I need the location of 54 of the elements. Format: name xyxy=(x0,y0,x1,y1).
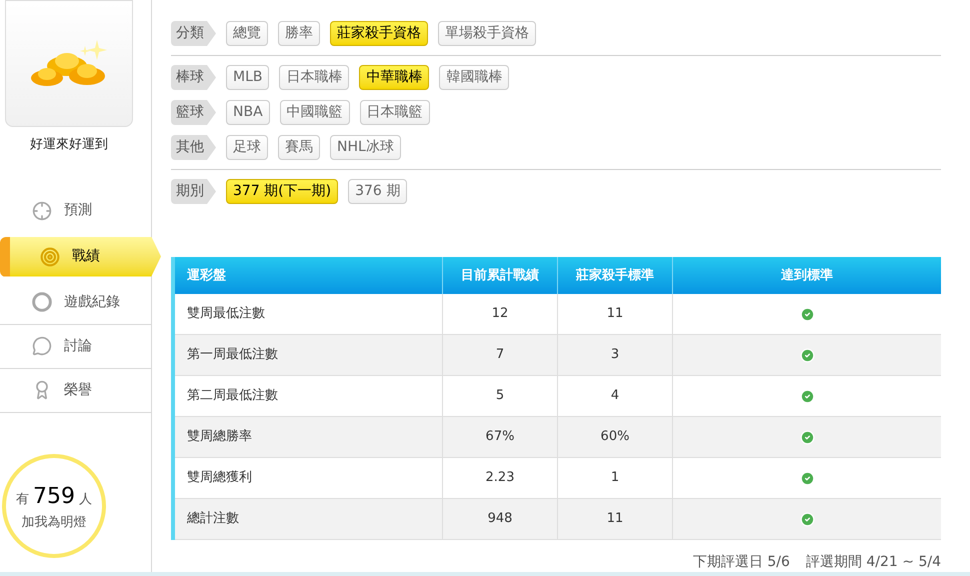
filter-label: 籃球 xyxy=(171,100,216,125)
table-cell: 11 xyxy=(557,294,672,334)
filter-option[interactable]: 中華職棒 xyxy=(359,65,430,90)
filter-option[interactable]: 中國職籃 xyxy=(280,100,350,125)
table-cell-text: 第二周最低注數 xyxy=(186,387,279,406)
table-cell: 3 xyxy=(557,335,672,375)
table-cell-text: 雙周最低注數 xyxy=(186,305,266,324)
nav-item[interactable]: 討論 xyxy=(0,324,151,368)
user-name: 好運來好運到 xyxy=(29,136,109,154)
table-cell-text: 雙周總獲利 xyxy=(186,469,253,488)
table-cell: 67% xyxy=(442,417,557,457)
filter-label: 棒球 xyxy=(171,65,216,90)
table-cell: 5 xyxy=(442,376,557,416)
target-icon xyxy=(40,246,60,266)
table-cell-text: 雙周總勝率 xyxy=(186,428,253,446)
table-cell: 60% xyxy=(557,417,672,457)
crosshair-icon xyxy=(32,200,52,220)
filter-option[interactable]: NBA xyxy=(226,100,270,125)
filter-option[interactable]: 377 期(下一期) xyxy=(226,179,338,204)
filter-option[interactable]: 足球 xyxy=(226,135,268,160)
table-cell: 2.23 xyxy=(442,458,557,498)
filter-option[interactable]: 賽馬 xyxy=(278,135,320,160)
fan-count: 有 759 人 xyxy=(16,482,92,511)
chat-icon xyxy=(32,336,52,356)
period-info: 下期評選日 5/6 xyxy=(692,553,790,572)
filter-option[interactable]: 單場殺手資格 xyxy=(438,21,536,46)
filter-option[interactable]: 總覽 xyxy=(226,21,268,46)
filter-label: 期別 xyxy=(171,179,216,204)
table-cell: 11 xyxy=(557,499,672,539)
table-cell: 1 xyxy=(557,458,672,498)
filter-option[interactable]: 日本職棒 xyxy=(279,65,350,90)
filter-label: 分類 xyxy=(171,21,216,46)
filter-option[interactable]: 勝率 xyxy=(278,21,320,46)
ring-icon xyxy=(32,292,52,312)
period-info: 評選期間 4/21 ~ 5/4 xyxy=(806,553,941,572)
table-cell: 12 xyxy=(442,294,557,334)
filter-option[interactable]: 韓國職棒 xyxy=(439,65,510,90)
filter-option[interactable]: MLB xyxy=(226,65,270,90)
table-cell: 948 xyxy=(442,499,557,539)
table-cell: 4 xyxy=(557,376,672,416)
filter-option[interactable]: NHL冰球 xyxy=(330,135,401,160)
nav-item[interactable]: 預測 xyxy=(0,188,151,232)
nav-item[interactable]: 榮譽 xyxy=(0,368,151,412)
fan-caption: 加我為明燈 xyxy=(22,514,86,532)
nav-item[interactable]: 遊戲紀錄 xyxy=(0,280,151,324)
table-cell-text: 第一周最低注數 xyxy=(186,346,279,364)
table-cell-text: 總計注數 xyxy=(186,510,240,528)
filter-option[interactable]: 376 期 xyxy=(348,179,408,204)
nav-item[interactable]: 戰績 xyxy=(0,236,161,276)
filter-label: 其他 xyxy=(171,135,216,160)
filter-option[interactable]: 日本職籃 xyxy=(360,100,430,125)
filter-option[interactable]: 莊家殺手資格 xyxy=(330,21,428,46)
column-header: 運彩盤 xyxy=(186,266,227,285)
table-cell: 7 xyxy=(442,335,557,375)
